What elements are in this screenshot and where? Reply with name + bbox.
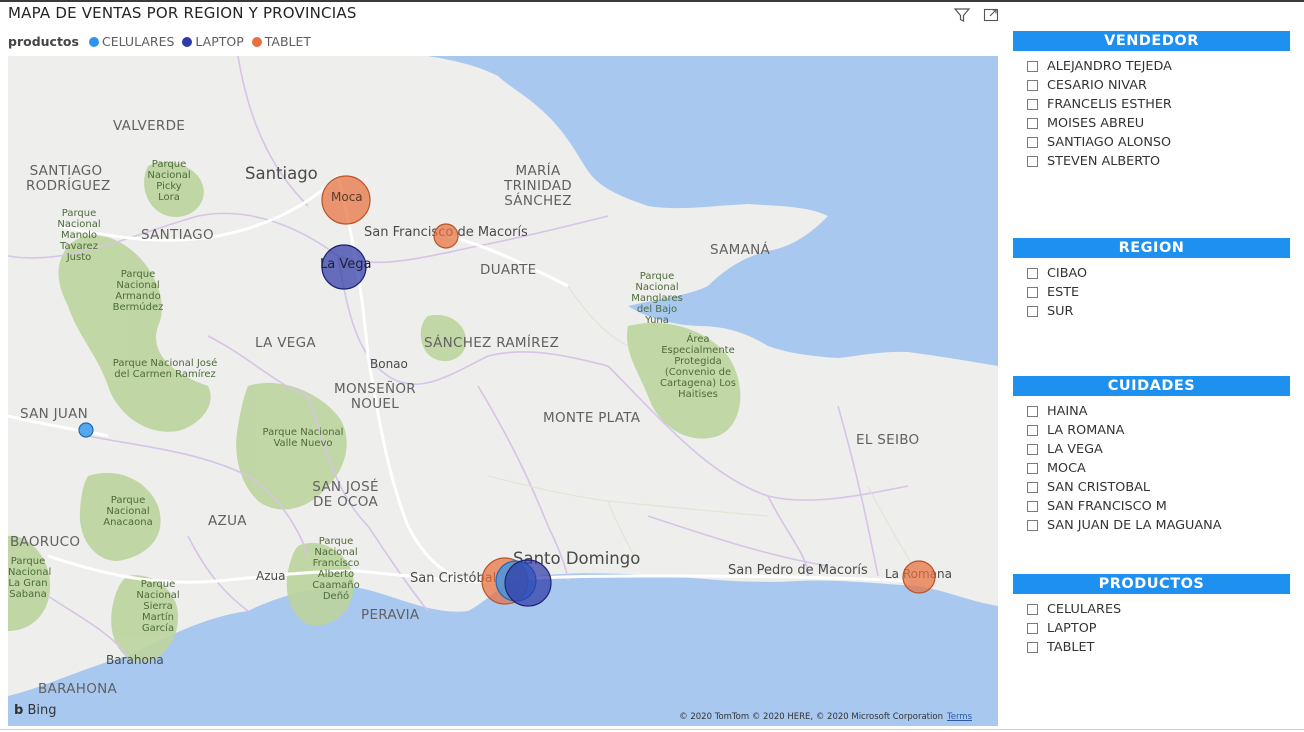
slicer-item[interactable]: SAN JUAN DE LA MAGUANA: [1027, 516, 1290, 535]
bubble-la-romana-tablet[interactable]: [902, 560, 936, 594]
slicer-item[interactable]: SAN CRISTOBAL: [1027, 478, 1290, 497]
slicer-item[interactable]: STEVEN ALBERTO: [1027, 152, 1290, 171]
slicer-region: REGION CIBAO ESTE SUR: [1013, 238, 1290, 321]
checkbox[interactable]: [1027, 406, 1038, 417]
slicer-item[interactable]: MOISES ABREU: [1027, 114, 1290, 133]
slicer-item[interactable]: TABLET: [1027, 638, 1290, 657]
slicer-item[interactable]: FRANCELIS ESTHER: [1027, 95, 1290, 114]
slicer-cuidades-title: CUIDADES: [1013, 376, 1290, 396]
slicer-item[interactable]: HAINA: [1027, 402, 1290, 421]
terms-link[interactable]: Terms: [947, 712, 972, 722]
bubble-sf-macoris-tablet[interactable]: [433, 223, 459, 249]
legend-marker-tablet: [251, 36, 262, 47]
checkbox[interactable]: [1027, 604, 1038, 615]
slicer-item[interactable]: CESARIO NIVAR: [1027, 76, 1290, 95]
bubble-layer: [78, 175, 936, 607]
top-border: [0, 0, 1304, 2]
legend-item-laptop[interactable]: LAPTOP: [182, 34, 244, 49]
legend-marker-laptop: [182, 36, 193, 47]
checkbox[interactable]: [1027, 520, 1038, 531]
slicer-vendedor-title: VENDEDOR: [1013, 31, 1290, 51]
bing-icon: b: [14, 703, 24, 718]
checkbox[interactable]: [1027, 268, 1038, 279]
checkbox[interactable]: [1027, 99, 1038, 110]
checkbox[interactable]: [1027, 425, 1038, 436]
checkbox[interactable]: [1027, 642, 1038, 653]
checkbox[interactable]: [1027, 306, 1038, 317]
map-legend: productos CELULARES LAPTOP TABLET: [8, 34, 315, 49]
checkbox[interactable]: [1027, 444, 1038, 455]
legend-item-celulares[interactable]: CELULARES: [88, 34, 174, 49]
map-visual-title: MAPA DE VENTAS POR REGION Y PROVINCIAS: [8, 4, 357, 22]
slicer-productos: PRODUCTOS CELULARES LAPTOP TABLET: [1013, 574, 1290, 657]
slicer-item[interactable]: LA ROMANA: [1027, 421, 1290, 440]
checkbox[interactable]: [1027, 137, 1038, 148]
legend-item-tablet[interactable]: TABLET: [251, 34, 311, 49]
slicer-region-title: REGION: [1013, 238, 1290, 258]
filter-icon[interactable]: [953, 6, 971, 24]
slicer-productos-title: PRODUCTOS: [1013, 574, 1290, 594]
bubble-label-la-vega: La Vega: [320, 257, 372, 272]
slicer-item[interactable]: SANTIAGO ALONSO: [1027, 133, 1290, 152]
focus-mode-icon[interactable]: [982, 6, 1000, 24]
slicer-item[interactable]: CIBAO: [1027, 264, 1290, 283]
checkbox[interactable]: [1027, 623, 1038, 634]
checkbox[interactable]: [1027, 61, 1038, 72]
slicer-item[interactable]: LA VEGA: [1027, 440, 1290, 459]
legend-title: productos: [8, 34, 79, 49]
checkbox[interactable]: [1027, 287, 1038, 298]
checkbox[interactable]: [1027, 80, 1038, 91]
checkbox[interactable]: [1027, 118, 1038, 129]
slicer-item[interactable]: SAN FRANCISCO M: [1027, 497, 1290, 516]
checkbox[interactable]: [1027, 463, 1038, 474]
map-copyright: © 2020 TomTom © 2020 HERE, © 2020 Micros…: [679, 712, 972, 722]
slicer-item[interactable]: LAPTOP: [1027, 619, 1290, 638]
bubble-santo-domingo-laptop[interactable]: [504, 559, 552, 607]
bubble-label-moca: Moca: [331, 190, 363, 204]
bottom-border: [0, 729, 1304, 730]
bubble-san-juan-celulares[interactable]: [78, 422, 94, 438]
checkbox[interactable]: [1027, 501, 1038, 512]
slicer-cuidades: CUIDADES HAINA LA ROMANA LA VEGA MOCA SA…: [1013, 376, 1290, 535]
legend-marker-celulares: [88, 36, 99, 47]
slicer-item[interactable]: ALEJANDRO TEJEDA: [1027, 57, 1290, 76]
slicer-vendedor: VENDEDOR ALEJANDRO TEJEDA CESARIO NIVAR …: [1013, 31, 1290, 171]
slicer-item[interactable]: MOCA: [1027, 459, 1290, 478]
checkbox[interactable]: [1027, 156, 1038, 167]
slicer-item[interactable]: CELULARES: [1027, 600, 1290, 619]
slicer-item[interactable]: SUR: [1027, 302, 1290, 321]
slicer-item[interactable]: ESTE: [1027, 283, 1290, 302]
map-canvas[interactable]: VALVERDE SANTIAGO RODRÍGUEZ Santiago SAN…: [8, 56, 998, 726]
bing-logo: b Bing: [14, 703, 57, 718]
checkbox[interactable]: [1027, 482, 1038, 493]
